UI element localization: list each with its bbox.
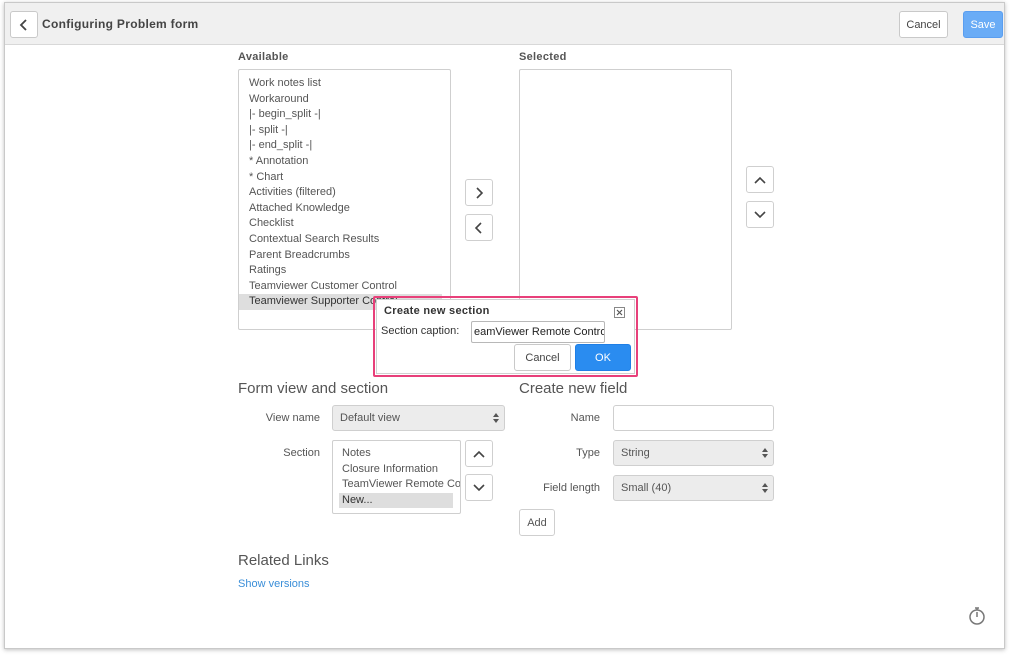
chevron-left-icon [474, 221, 482, 234]
section-label: Section [283, 447, 320, 459]
highlight-frame [373, 296, 638, 377]
list-item[interactable]: Checklist [239, 216, 450, 232]
related-links-title: Related Links [238, 552, 329, 569]
select-arrows-icon [493, 413, 499, 423]
show-versions-link[interactable]: Show versions [238, 578, 310, 590]
selected-list[interactable] [519, 69, 732, 330]
list-item[interactable]: Activities (filtered) [239, 185, 450, 201]
name-label: Name [570, 412, 600, 424]
cancel-button[interactable]: Cancel [899, 11, 948, 38]
list-item[interactable]: Closure Information [333, 462, 460, 478]
list-item[interactable]: Teamviewer Customer Control [239, 279, 450, 295]
stopwatch-icon[interactable] [968, 606, 986, 626]
select-arrows-icon [762, 448, 768, 458]
remove-from-selected-button[interactable] [465, 214, 493, 241]
save-button[interactable]: Save [963, 11, 1003, 38]
section-list[interactable]: Notes Closure Information TeamViewer Rem… [332, 440, 461, 514]
list-item[interactable]: * Annotation [239, 154, 450, 170]
available-list[interactable]: Work notes list Workaround |- begin_spli… [238, 69, 451, 330]
chevron-down-icon [473, 483, 485, 491]
list-item[interactable]: |- end_split -| [239, 138, 450, 154]
selected-label: Selected [519, 51, 567, 63]
section-up-button[interactable] [465, 440, 493, 467]
header-bar: Configuring Problem form Cancel Save [5, 3, 1004, 45]
list-item[interactable]: Parent Breadcrumbs [239, 248, 450, 264]
type-label: Type [576, 447, 600, 459]
list-item[interactable]: Workaround [239, 92, 450, 108]
page-title: Configuring Problem form [42, 17, 199, 31]
list-item-selected[interactable]: New... [339, 492, 453, 509]
field-length-value: Small (40) [621, 482, 672, 494]
type-value: String [621, 447, 650, 459]
move-up-button[interactable] [746, 166, 774, 193]
list-item[interactable]: Notes [333, 446, 460, 462]
chevron-up-icon [473, 450, 485, 458]
chevron-up-icon [754, 176, 766, 184]
view-name-label: View name [265, 412, 320, 424]
chevron-down-icon [754, 210, 766, 218]
view-name-select[interactable]: Default view [332, 405, 505, 431]
list-item[interactable]: |- begin_split -| [239, 107, 450, 123]
field-name-input[interactable] [613, 405, 774, 431]
type-select[interactable]: String [613, 440, 774, 466]
chevron-left-icon [19, 18, 27, 31]
list-item[interactable]: Contextual Search Results [239, 232, 450, 248]
list-item[interactable]: Attached Knowledge [239, 201, 450, 217]
list-item[interactable]: * Chart [239, 170, 450, 186]
list-item[interactable]: |- split -| [239, 123, 450, 139]
form-view-section-title: Form view and section [238, 380, 389, 397]
view-name-value: Default view [340, 412, 400, 424]
add-field-button[interactable]: Add [519, 509, 555, 536]
move-down-button[interactable] [746, 201, 774, 228]
list-item[interactable]: Ratings [239, 263, 450, 279]
list-item[interactable]: TeamViewer Remote Control [333, 477, 460, 493]
add-to-selected-button[interactable] [465, 179, 493, 206]
field-length-label: Field length [543, 482, 600, 494]
field-length-select[interactable]: Small (40) [613, 475, 774, 501]
available-label: Available [238, 51, 289, 63]
back-button[interactable] [10, 11, 38, 38]
section-down-button[interactable] [465, 474, 493, 501]
chevron-right-icon [476, 186, 484, 199]
list-item[interactable]: Work notes list [239, 76, 450, 92]
new-field-section-title: Create new field [519, 380, 628, 397]
select-arrows-icon [762, 483, 768, 493]
